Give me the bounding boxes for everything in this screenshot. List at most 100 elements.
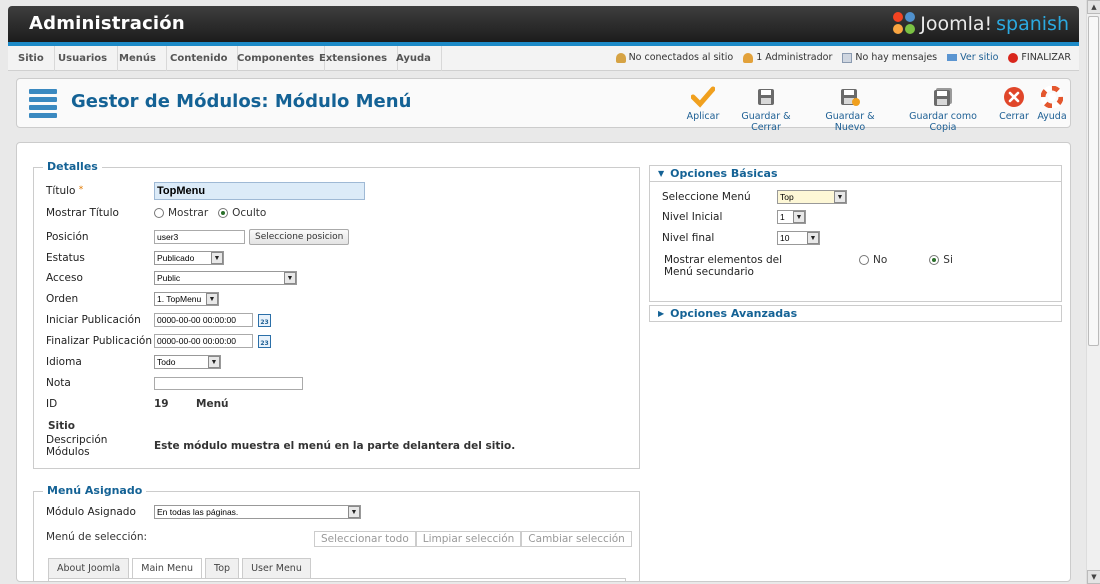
calendar-icon[interactable]: 23 (258, 313, 271, 327)
menu-menus[interactable]: Menús (109, 46, 167, 71)
assigned-label: Módulo Asignado (46, 506, 136, 518)
save-copy-icon (897, 85, 989, 109)
publish-down-input[interactable]: 0000-00-00 00:00:00 (154, 334, 253, 348)
admins-status: 1 Administrador (743, 52, 832, 63)
menu-ayuda[interactable]: Ayuda (386, 46, 442, 71)
assigned-row: Módulo Asignado En todas las páginas. ▼ (46, 502, 361, 522)
submenu-radio-yes[interactable] (929, 255, 940, 265)
chevron-down-icon: ▼ (211, 252, 223, 264)
site-row: Sitio (48, 416, 75, 436)
admin-brand: Administración (29, 13, 185, 34)
scroll-thumb[interactable] (1088, 16, 1099, 346)
logout-text: FINALIZAR (1021, 52, 1071, 63)
select-position-button[interactable]: Seleccione posicion (249, 229, 350, 245)
title-input[interactable]: TopMenu (154, 182, 365, 200)
page-scrollbar[interactable]: ▲ ▼ (1086, 0, 1100, 584)
show-title-radio-hide[interactable] (218, 208, 229, 218)
apply-button[interactable]: Aplicar (681, 85, 725, 122)
site-label: Sitio (48, 420, 75, 432)
scroll-up-icon[interactable]: ▲ (1087, 0, 1100, 14)
save-close-button[interactable]: Guardar & Cerrar (728, 85, 804, 133)
language-label: Idioma (46, 356, 82, 368)
view-site-text: Ver sitio (960, 52, 999, 63)
select-all-button[interactable]: Seleccionar todo (314, 531, 416, 547)
end-level-value: 10 (780, 233, 790, 243)
submenu-radio-no[interactable] (859, 255, 869, 265)
menu-select[interactable]: Top ▼ (777, 190, 847, 204)
status-select[interactable]: Publicado ▼ (154, 251, 224, 265)
position-row: Posición user3 Seleccione posicion (46, 227, 350, 247)
access-select[interactable]: Public ▼ (154, 271, 297, 285)
help-button[interactable]: Ayuda (1036, 85, 1068, 122)
note-row: Nota (46, 373, 303, 393)
toggle-selection-button[interactable]: Cambiar selección (521, 531, 632, 547)
view-site-link[interactable]: Ver sitio (947, 52, 998, 63)
save-copy-label: Guardar como Copia (909, 111, 977, 133)
basic-options-header[interactable]: ▼ Opciones Básicas (649, 165, 1062, 182)
id-value: 19 (154, 398, 169, 410)
checkmark-icon (681, 85, 725, 109)
order-label: Orden (46, 293, 79, 305)
start-level-select[interactable]: 1 ▼ (777, 210, 806, 224)
position-input[interactable]: user3 (154, 230, 245, 244)
show-title-label: Mostrar Título (46, 207, 119, 219)
start-level-row: Nivel Inicial 1 ▼ (662, 207, 806, 227)
start-level-label: Nivel Inicial (662, 211, 723, 223)
selection-label: Menú de selección: (46, 531, 148, 543)
help-label: Ayuda (1037, 111, 1067, 122)
order-row: Orden 1. TopMenu ▼ (46, 289, 219, 309)
show-submenu-label: Mostrar elementos del Menú secundario (664, 254, 783, 278)
admin-header: Administración Joomla! spanish (8, 6, 1079, 42)
chevron-down-icon: ▼ (208, 356, 220, 368)
tab-top[interactable]: Top (205, 558, 240, 578)
joomla-logo[interactable]: Joomla! spanish (893, 10, 1069, 38)
menu-assignment-legend: Menú Asignado (43, 484, 147, 497)
end-level-select[interactable]: 10 ▼ (777, 231, 820, 245)
order-select[interactable]: 1. TopMenu ▼ (154, 292, 219, 306)
start-level-value: 1 (780, 212, 785, 222)
note-input[interactable] (154, 376, 303, 390)
required-marker: * (78, 185, 84, 195)
menu-extensiones[interactable]: Extensiones (309, 46, 399, 71)
users-icon (615, 52, 626, 63)
save-new-button[interactable]: Guardar & Nuevo (812, 85, 888, 133)
order-select-value: 1. TopMenu (157, 294, 202, 304)
module-edit-panel: Detalles Título * TopMenu Mostrar Título… (16, 142, 1071, 582)
save-new-icon (812, 85, 888, 109)
lifebuoy-help-icon (1036, 85, 1068, 109)
clear-selection-button[interactable]: Limpiar selección (415, 531, 522, 547)
publish-down-row: Finalizar Publicación 0000-00-00 00:00:0… (46, 331, 271, 351)
menu-select-value: Top (780, 192, 794, 202)
position-label: Posición (46, 231, 89, 243)
monitor-icon (947, 54, 958, 61)
calendar-icon[interactable]: 23 (258, 334, 271, 348)
details-fieldset: Detalles Título * TopMenu Mostrar Título… (33, 160, 640, 469)
logo-spanish-text: spanish (996, 13, 1069, 35)
chevron-down-icon: ▼ (834, 191, 846, 203)
module-manager-icon (29, 89, 57, 118)
close-label: Cerrar (999, 111, 1029, 122)
scroll-down-icon[interactable]: ▼ (1087, 570, 1100, 584)
assigned-select[interactable]: En todas las páginas. ▼ (154, 505, 361, 519)
description-label: Descripción Módulos (46, 434, 108, 458)
messages-status: No hay mensajes (842, 52, 937, 63)
status-select-value: Publicado (157, 253, 195, 263)
details-legend: Detalles (43, 160, 102, 173)
tab-about-joomla[interactable]: About Joomla (48, 558, 130, 578)
advanced-options-header[interactable]: ▶ Opciones Avanzadas (649, 305, 1062, 322)
save-copy-button[interactable]: Guardar como Copia (897, 85, 989, 133)
close-button[interactable]: Cerrar (997, 85, 1031, 122)
tab-main-menu[interactable]: Main Menu (132, 558, 203, 578)
chevron-down-icon: ▼ (793, 211, 805, 223)
language-select[interactable]: Todo ▼ (154, 355, 221, 369)
mail-icon (842, 52, 853, 63)
show-title-radio-show[interactable] (154, 208, 164, 218)
tab-user-menu[interactable]: User Menu (242, 558, 311, 578)
menu-usuarios[interactable]: Usuarios (48, 46, 119, 71)
status-row: Estatus Publicado ▼ (46, 248, 224, 268)
logout-link[interactable]: FINALIZAR (1008, 52, 1071, 63)
access-select-value: Public (157, 273, 181, 283)
publish-up-input[interactable]: 0000-00-00 00:00:00 (154, 313, 253, 327)
description-value: Este módulo muestra el menú en la parte … (154, 440, 516, 452)
messages-text: No hay mensajes (855, 52, 938, 63)
